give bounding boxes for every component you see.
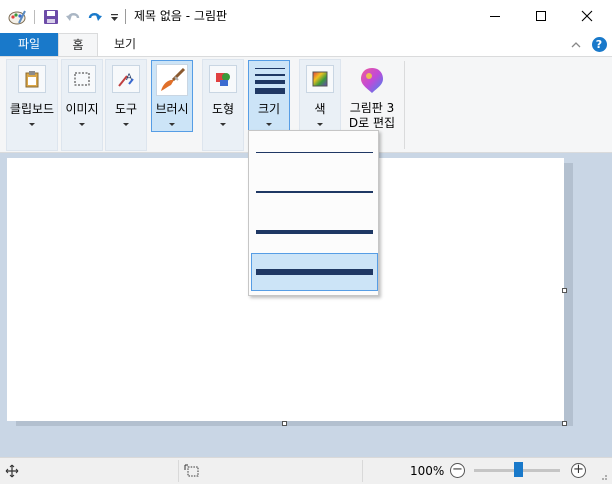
image-button[interactable]: 이미지: [62, 60, 102, 132]
zoom-slider-thumb[interactable]: [513, 462, 523, 477]
quick-access-divider: [33, 8, 35, 26]
paint3d-label: 그림판 3 D로 편집: [345, 101, 399, 131]
brushes-button[interactable]: 브러시: [151, 60, 193, 132]
tab-home[interactable]: 홈: [58, 33, 98, 57]
brushes-group: 브러시: [150, 59, 194, 151]
ribbon-divider: [404, 61, 405, 149]
clipboard-label: 클립보드: [9, 102, 55, 116]
size-option-2[interactable]: [251, 173, 378, 211]
tab-file[interactable]: 파일: [0, 33, 58, 56]
status-divider-1: [178, 460, 179, 482]
close-button[interactable]: [564, 0, 610, 31]
undo-icon[interactable]: [63, 8, 83, 26]
brushes-label: 브러시: [155, 102, 189, 116]
save-icon[interactable]: [41, 8, 61, 26]
resize-handle-bottom[interactable]: [282, 421, 287, 426]
size-line-2: [256, 191, 373, 193]
status-divider-2: [362, 460, 363, 482]
image-label: 이미지: [65, 102, 99, 116]
minimize-button[interactable]: [472, 0, 518, 31]
paint3d-label-line2: D로 편집: [348, 116, 396, 130]
tab-view[interactable]: 보기: [104, 33, 146, 57]
size-line-4: [256, 269, 373, 275]
redo-icon[interactable]: [85, 8, 105, 26]
shapes-caret-icon: [220, 123, 226, 126]
image-group: 이미지: [61, 59, 103, 151]
shapes-group: 도형: [202, 59, 244, 151]
tools-group: A 도구: [105, 59, 147, 151]
resize-handle-right[interactable]: [562, 288, 567, 293]
paint-app-icon[interactable]: [6, 8, 28, 26]
shapes-label: 도형: [211, 102, 235, 116]
color-palette-icon: [306, 65, 334, 93]
zoom-level: 100%: [410, 464, 445, 478]
size-option-1[interactable]: [251, 133, 378, 171]
paint3d-button[interactable]: 그림판 3 D로 편집: [344, 60, 400, 132]
help-icon[interactable]: ?: [590, 35, 608, 54]
window-title: 제목 없음 - 그림판: [134, 9, 228, 23]
size-label: 크기: [257, 102, 281, 116]
tools-button[interactable]: A 도구: [106, 60, 146, 132]
ribbon-tabs: 파일 홈 보기 ?: [0, 33, 612, 57]
resize-grip-icon[interactable]: [598, 470, 608, 480]
collapse-ribbon-icon[interactable]: [569, 35, 583, 54]
brush-icon: [156, 64, 188, 96]
colors-label: 색: [314, 102, 326, 116]
colors-button[interactable]: 색: [300, 60, 340, 132]
select-icon: [68, 65, 96, 93]
clipboard-button[interactable]: 클립보드: [7, 60, 57, 132]
selection-size-icon: [184, 463, 200, 479]
brushes-caret-icon: [169, 123, 175, 126]
size-caret-icon: [266, 123, 272, 126]
resize-handle-corner[interactable]: [562, 421, 567, 426]
clipboard-icon: [18, 65, 46, 93]
size-lines-icon: [255, 66, 285, 94]
tools-caret-icon: [123, 123, 129, 126]
status-bar: 100% − +: [0, 457, 612, 484]
maximize-button[interactable]: [518, 0, 564, 31]
paint3d-label-line1: 그림판 3: [349, 101, 395, 115]
zoom-in-button[interactable]: +: [571, 463, 586, 478]
shapes-icon: [209, 65, 237, 93]
tools-label: 도구: [114, 102, 138, 116]
colors-caret-icon: [317, 123, 323, 126]
image-caret-icon: [79, 123, 85, 126]
size-option-4[interactable]: [251, 253, 378, 291]
customize-dropdown-icon[interactable]: [107, 8, 121, 26]
size-line-3: [256, 230, 373, 234]
size-option-3[interactable]: [251, 213, 378, 251]
size-dropdown: [248, 130, 379, 296]
size-button[interactable]: 크기: [248, 60, 290, 132]
title-divider: [125, 9, 126, 24]
cursor-position-icon: [4, 463, 20, 479]
shapes-button[interactable]: 도형: [203, 60, 243, 132]
size-line-1: [256, 152, 373, 153]
paint-3d-icon: [357, 65, 387, 95]
tools-icon: A: [112, 65, 140, 93]
clipboard-caret-icon: [29, 123, 35, 126]
title-bar: 제목 없음 - 그림판: [0, 0, 612, 33]
clipboard-group: 클립보드: [6, 59, 58, 151]
zoom-out-button[interactable]: −: [450, 463, 465, 478]
